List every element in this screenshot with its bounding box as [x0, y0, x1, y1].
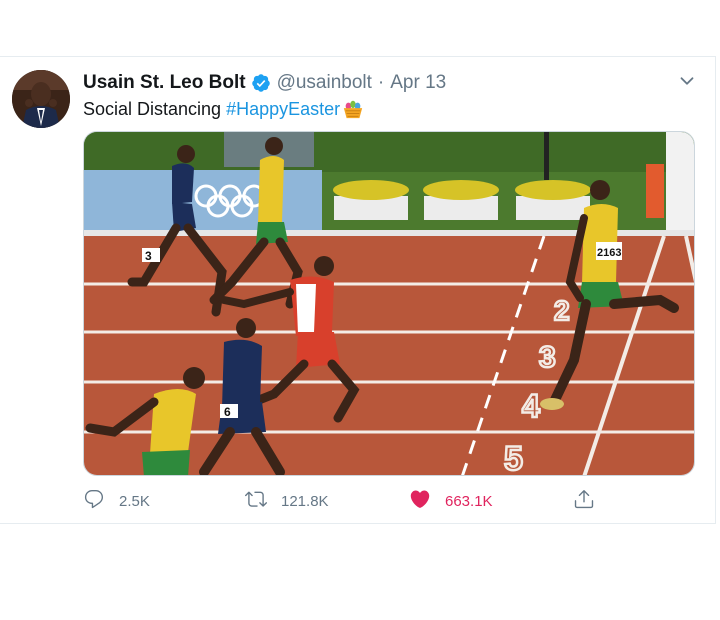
tweet-header: Usain St. Leo Bolt @usainbolt · Apr 13 — [83, 71, 446, 95]
tweet-body-text: Social Distancing — [83, 98, 222, 119]
easter-basket-emoji-icon — [342, 98, 364, 120]
tweet-actions: 2.5K 121.8K 663.1K — [83, 488, 695, 516]
tweet-date[interactable]: Apr 13 — [390, 72, 446, 94]
retweet-button[interactable]: 121.8K — [245, 488, 329, 515]
lane-number: 5 — [504, 440, 523, 476]
like-button[interactable]: 663.1K — [409, 488, 493, 515]
bib-number: 3 — [145, 249, 152, 263]
heart-icon — [409, 488, 431, 515]
bib-number: 2163 — [597, 247, 621, 259]
bib-number: 6 — [224, 405, 231, 419]
like-count: 663.1K — [445, 493, 493, 510]
share-icon — [573, 488, 595, 515]
reply-icon — [83, 488, 105, 515]
tweet-text: Social Distancing #HappyEaster — [83, 98, 364, 120]
author-handle[interactable]: @usainbolt — [277, 72, 372, 94]
chevron-down-icon[interactable] — [676, 70, 698, 92]
avatar[interactable] — [12, 70, 70, 128]
share-button[interactable] — [573, 488, 595, 515]
lane-number: 2 — [554, 295, 570, 326]
separator-dot: · — [377, 72, 385, 93]
retweet-icon — [245, 488, 267, 515]
author-name[interactable]: Usain St. Leo Bolt — [83, 72, 246, 94]
lane-number: 3 — [539, 341, 556, 374]
reply-button[interactable]: 2.5K — [83, 488, 150, 515]
reply-count: 2.5K — [119, 493, 150, 510]
lane-number: 4 — [522, 388, 540, 424]
retweet-count: 121.8K — [281, 493, 329, 510]
tweet-photo[interactable]: 2 3 4 5 3 6 2163 — [83, 131, 695, 476]
hashtag-link[interactable]: #HappyEaster — [226, 99, 340, 120]
verified-badge-icon — [251, 73, 271, 93]
